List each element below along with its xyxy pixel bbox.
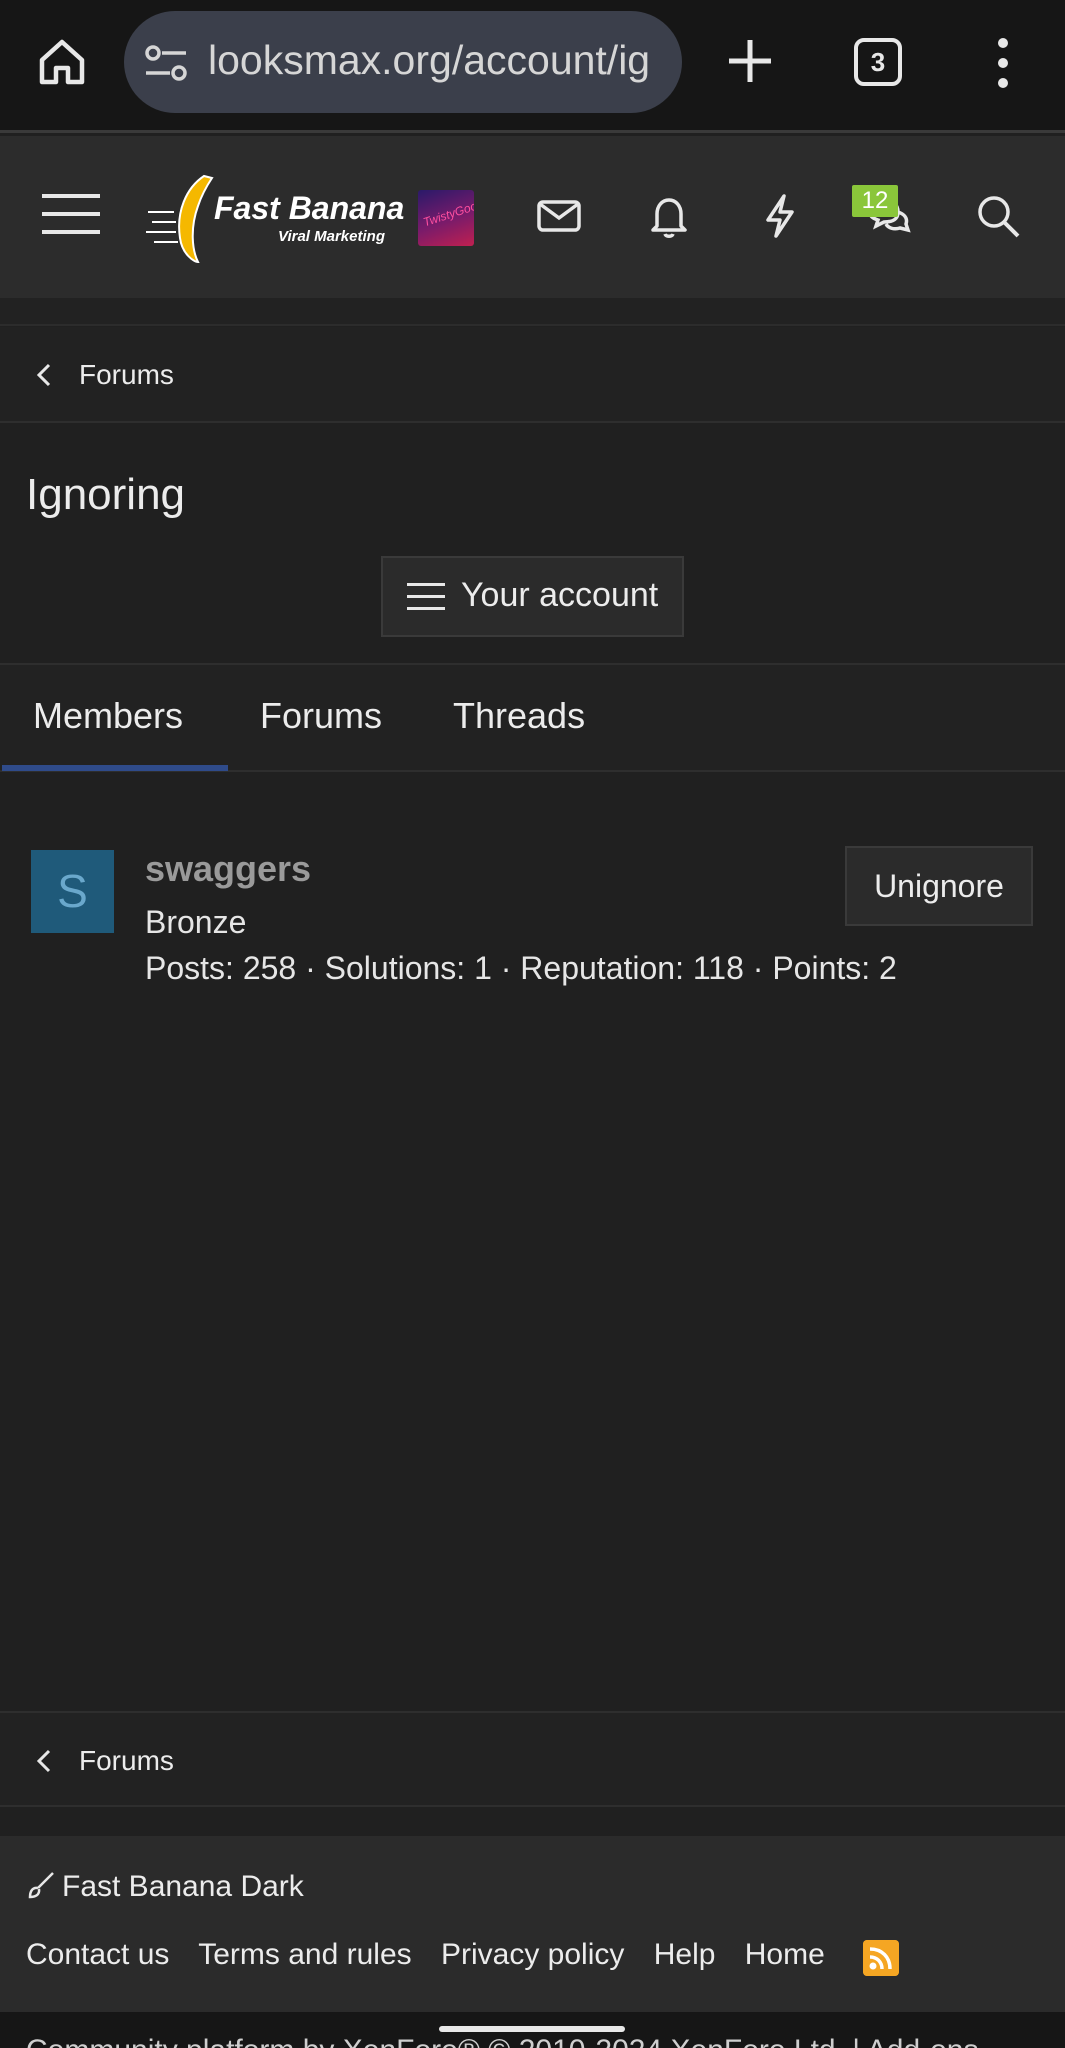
ignore-tabs: Members Forums Threads: [0, 663, 1065, 772]
url-text[interactable]: looksmax.org/account/ig: [208, 37, 650, 84]
footer-link-terms[interactable]: Terms and rules: [198, 1938, 411, 1971]
logo-tagline: Viral Marketing: [278, 228, 385, 245]
your-account-label: Your account: [461, 576, 659, 614]
breadcrumb[interactable]: Forums: [0, 327, 1065, 423]
browser-toolbar: looksmax.org/account/ig 3: [0, 0, 1065, 133]
breadcrumb-link-forums[interactable]: Forums: [79, 1745, 174, 1777]
breadcrumb-bottom[interactable]: Forums: [0, 1711, 1065, 1807]
site-footer: Fast Banana Dark Contact us Terms and ru…: [0, 1836, 1065, 2012]
tab-threads[interactable]: Threads: [453, 695, 585, 737]
member-user-title: Bronze: [145, 904, 247, 940]
avatar-text: TwistyGood: [421, 196, 474, 230]
active-tab-indicator: [2, 765, 228, 771]
menu-lines-icon: [407, 583, 445, 610]
style-name[interactable]: Fast Banana Dark: [62, 1870, 304, 1903]
gesture-bar[interactable]: [439, 2026, 625, 2032]
logo-brand-text: Fast Banana: [214, 190, 405, 226]
page-title: Ignoring: [26, 470, 186, 519]
member-name-link[interactable]: swaggers: [145, 848, 311, 890]
member-avatar[interactable]: S: [31, 850, 114, 933]
inbox-icon[interactable]: [533, 190, 585, 242]
new-tab-icon[interactable]: [723, 34, 777, 88]
tab-switcher-button[interactable]: 3: [854, 38, 902, 86]
header-divider: [0, 298, 1065, 326]
footer-link-help[interactable]: Help: [654, 1938, 716, 1971]
bell-icon[interactable]: [643, 190, 695, 242]
chevron-left-icon: [36, 363, 51, 387]
site-header: Fast Banana Viral Marketing TwistyGood: [0, 136, 1065, 298]
copyright-text: Community platform by XenForo® © 2010-20…: [26, 2034, 979, 2048]
chevron-left-icon: [36, 1749, 51, 1773]
site-logo[interactable]: Fast Banana Viral Marketing: [146, 172, 404, 267]
more-menu-icon[interactable]: [990, 36, 1016, 90]
menu-icon[interactable]: [42, 190, 100, 238]
paint-brush-icon: [28, 1872, 54, 1899]
your-account-button[interactable]: Your account: [381, 556, 684, 637]
member-stats: Posts: 258 · Solutions: 1 · Reputation: …: [145, 950, 897, 986]
style-chooser[interactable]: Fast Banana Dark: [26, 1870, 304, 1904]
user-avatar[interactable]: TwistyGood: [418, 190, 474, 246]
footer-link-contact[interactable]: Contact us: [26, 1938, 169, 1971]
address-bar[interactable]: looksmax.org/account/ig: [124, 11, 682, 113]
footer-link-home[interactable]: Home: [745, 1938, 825, 1971]
home-icon[interactable]: [36, 36, 88, 88]
conversations-badge: 12: [852, 185, 898, 217]
breadcrumb-link-forums[interactable]: Forums: [79, 359, 174, 391]
site-settings-icon[interactable]: [144, 43, 188, 83]
footer-link-privacy[interactable]: Privacy policy: [441, 1938, 624, 1971]
tab-members[interactable]: Members: [33, 695, 183, 737]
rss-icon[interactable]: [863, 1940, 899, 1976]
unignore-button[interactable]: Unignore: [845, 846, 1033, 926]
tab-forums[interactable]: Forums: [260, 695, 382, 737]
whats-new-icon[interactable]: [754, 190, 806, 242]
footer-links: Contact us Terms and rules Privacy polic…: [26, 1938, 846, 1972]
search-icon[interactable]: [972, 190, 1024, 242]
